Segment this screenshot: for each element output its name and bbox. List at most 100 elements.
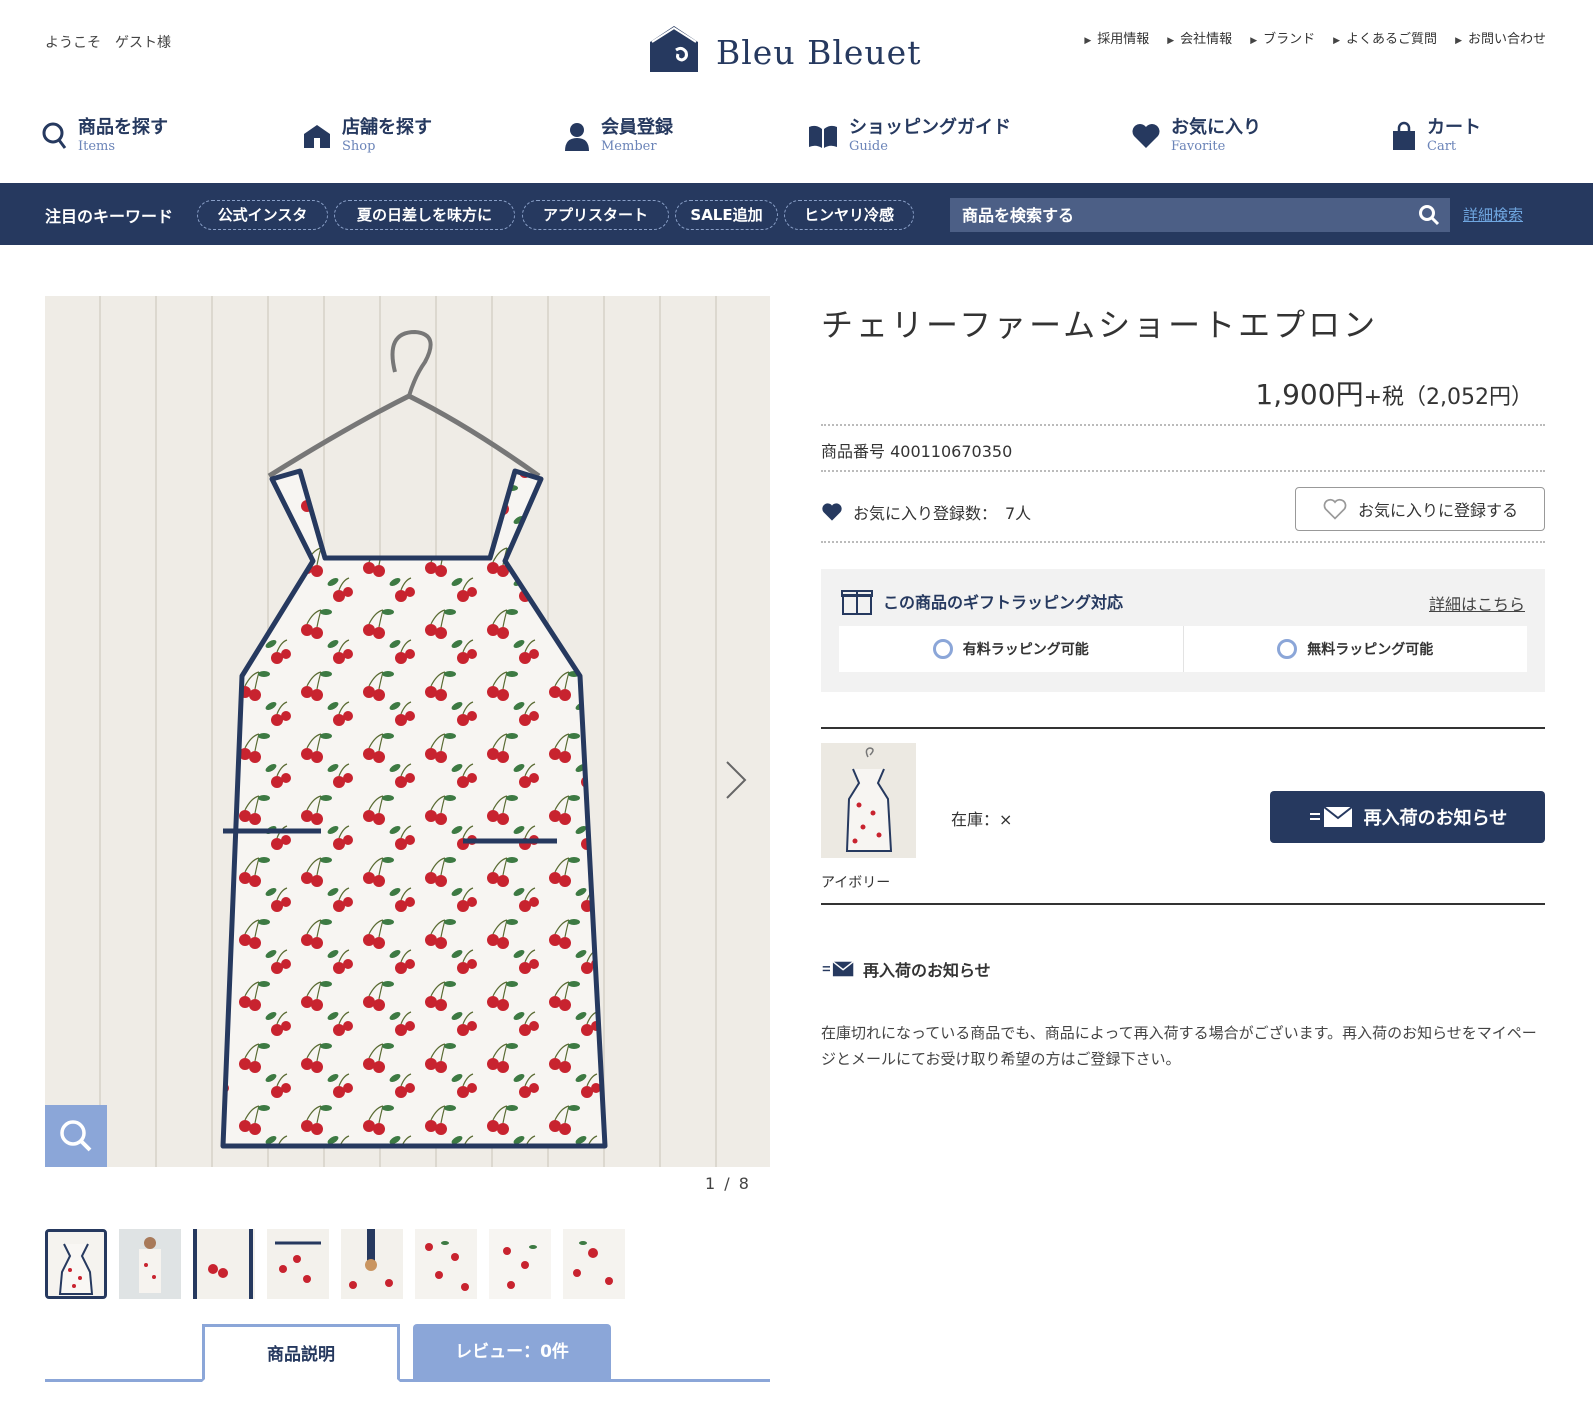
tab-review[interactable]: レビュー：0件 bbox=[413, 1324, 611, 1382]
nav-item-items[interactable]: 商品を探す Items bbox=[42, 117, 168, 155]
nav-label-jp: 商品を探す bbox=[78, 117, 168, 138]
arrow-right-icon: ▶ bbox=[1455, 36, 1462, 46]
thumbnail-strip bbox=[45, 1229, 625, 1299]
heart-icon bbox=[1132, 124, 1160, 148]
thumbnail[interactable] bbox=[193, 1229, 255, 1299]
zoom-button[interactable] bbox=[45, 1105, 107, 1167]
thumbnail[interactable] bbox=[415, 1229, 477, 1299]
search-box bbox=[950, 198, 1450, 232]
top-link-label: ブランド bbox=[1263, 32, 1316, 47]
gift-option-label: 有料ラッピング可能 bbox=[962, 642, 1089, 658]
top-link-label: よくあるご質問 bbox=[1346, 32, 1438, 47]
logo[interactable]: Bleu Bleuet bbox=[646, 22, 921, 74]
top-link-company[interactable]: ▶ 会社情報 bbox=[1167, 28, 1232, 47]
tab-description[interactable]: 商品説明 bbox=[202, 1324, 400, 1382]
product-sku: 商品番号 400110670350 bbox=[821, 442, 1013, 461]
nav-item-guide[interactable]: ショッピングガイド Guide bbox=[807, 117, 1011, 155]
thumbnail-image bbox=[415, 1229, 477, 1299]
thumbnail-image bbox=[119, 1229, 181, 1299]
gift-option-paid: 有料ラッピング可能 bbox=[839, 626, 1183, 672]
variant-image bbox=[821, 743, 916, 858]
thumbnail[interactable] bbox=[341, 1229, 403, 1299]
variant-stock: 在庫：× bbox=[951, 810, 1013, 829]
thumbnail-image bbox=[563, 1229, 625, 1299]
thumbnail-image bbox=[489, 1229, 551, 1299]
divider bbox=[821, 541, 1545, 543]
gift-options: 有料ラッピング可能 無料ラッピング可能 bbox=[839, 626, 1527, 672]
gift-option-free: 無料ラッピング可能 bbox=[1182, 626, 1528, 672]
variant-thumbnail[interactable] bbox=[821, 743, 916, 858]
price-main: 1,900円 bbox=[1255, 378, 1364, 411]
nav-label-en: Items bbox=[78, 139, 116, 154]
thumbnail[interactable] bbox=[563, 1229, 625, 1299]
restock-description: 在庫切れになっている商品でも、商品によって再入荷する場合がございます。再入荷のお… bbox=[821, 1024, 1537, 1068]
restock-heading-text: 再入荷のお知らせ bbox=[863, 961, 991, 980]
gift-icon bbox=[841, 590, 873, 615]
nav-item-member[interactable]: 会員登録 Member bbox=[563, 117, 673, 155]
gift-detail-link[interactable]: 詳細はこちら bbox=[1429, 591, 1525, 615]
nav-label-jp: 店舗を探す bbox=[342, 117, 432, 138]
nav-label-en: Cart bbox=[1427, 139, 1457, 154]
advanced-search-link[interactable]: 詳細検索 bbox=[1463, 204, 1523, 225]
add-favorite-button[interactable]: お気に入りに登録する bbox=[1295, 487, 1545, 531]
arrow-right-icon: ▶ bbox=[1250, 36, 1258, 46]
thumbnail-image bbox=[341, 1229, 403, 1299]
arrow-right-icon: ▶ bbox=[1167, 36, 1175, 46]
heart-outline-icon bbox=[1323, 498, 1347, 520]
product-title: チェリーファームショートエプロン bbox=[821, 306, 1379, 344]
mail-icon bbox=[822, 961, 854, 977]
product-main-image[interactable] bbox=[45, 296, 770, 1167]
arrow-right-icon: ▶ bbox=[1084, 36, 1092, 46]
book-icon bbox=[809, 125, 837, 148]
nav-item-shop[interactable]: 店舗を探す Shop bbox=[302, 117, 432, 155]
top-link-faq[interactable]: ▶ よくあるご質問 bbox=[1333, 28, 1437, 47]
restock-heading: 再入荷のお知らせ bbox=[821, 957, 991, 981]
nav-label-en: Shop bbox=[342, 139, 376, 154]
add-favorite-label: お気に入りに登録する bbox=[1357, 501, 1518, 520]
restock-notify-button[interactable]: 再入荷のお知らせ bbox=[1270, 791, 1545, 843]
top-link-label: 会社情報 bbox=[1180, 32, 1233, 47]
chevron-right-icon[interactable] bbox=[723, 760, 749, 800]
nav-label-jp: ショッピングガイド bbox=[849, 117, 1011, 138]
mail-icon bbox=[1309, 806, 1353, 827]
thumbnail[interactable] bbox=[119, 1229, 181, 1299]
shop-icon bbox=[304, 125, 330, 148]
nav-label-jp: お気に入り bbox=[1171, 117, 1261, 138]
welcome-text: ようこそ ゲスト様 bbox=[45, 35, 171, 51]
nav-label-en: Guide bbox=[849, 139, 888, 154]
search-icon[interactable] bbox=[1418, 204, 1440, 226]
keyword-tag[interactable]: SALE追加 bbox=[675, 200, 778, 230]
top-link-brand[interactable]: ▶ ブランド bbox=[1250, 28, 1315, 47]
apron-image bbox=[45, 296, 770, 1167]
heart-icon bbox=[822, 503, 842, 521]
image-counter: 1 / 8 bbox=[705, 1174, 751, 1193]
thumbnail[interactable] bbox=[267, 1229, 329, 1299]
keyword-tag[interactable]: アプリスタート bbox=[522, 200, 669, 230]
favorite-count: お気に入り登録数： 7人 bbox=[821, 500, 1031, 524]
nav-item-favorite[interactable]: お気に入り Favorite bbox=[1131, 117, 1261, 155]
radio-icon bbox=[1277, 639, 1298, 659]
logo-house-icon bbox=[650, 26, 698, 72]
keyword-tag[interactable]: 夏の日差しを味方に bbox=[334, 200, 515, 230]
search-input[interactable] bbox=[950, 198, 1390, 232]
product-price: 1,900円+税（2,052円） bbox=[1255, 373, 1533, 413]
divider bbox=[821, 424, 1545, 426]
top-link-contact[interactable]: ▶ お問い合わせ bbox=[1455, 28, 1546, 47]
thumbnail[interactable] bbox=[489, 1229, 551, 1299]
nav-label-jp: カート bbox=[1427, 117, 1481, 138]
variant-color: アイボリー bbox=[821, 875, 891, 891]
thumbnail-image bbox=[267, 1229, 329, 1299]
gift-title: この商品のギフトラッピング対応 bbox=[841, 587, 1123, 615]
bag-icon bbox=[1393, 121, 1415, 150]
nav-item-cart[interactable]: カート Cart bbox=[1391, 117, 1481, 155]
thumbnail[interactable] bbox=[45, 1229, 107, 1299]
arrow-right-icon: ▶ bbox=[1333, 36, 1341, 46]
divider bbox=[821, 470, 1545, 472]
top-link-recruit[interactable]: ▶ 採用情報 bbox=[1084, 28, 1149, 47]
gift-wrapping-box: この商品のギフトラッピング対応 詳細はこちら 有料ラッピング可能 無料ラッピング… bbox=[821, 569, 1545, 692]
favorite-count-text: お気に入り登録数： 7人 bbox=[853, 504, 1032, 523]
thumbnail-image bbox=[193, 1229, 255, 1299]
keyword-tag[interactable]: 公式インスタ bbox=[197, 200, 328, 230]
keyword-tag[interactable]: ヒンヤリ冷感 bbox=[784, 200, 914, 230]
gift-title-text: この商品のギフトラッピング対応 bbox=[883, 593, 1124, 612]
